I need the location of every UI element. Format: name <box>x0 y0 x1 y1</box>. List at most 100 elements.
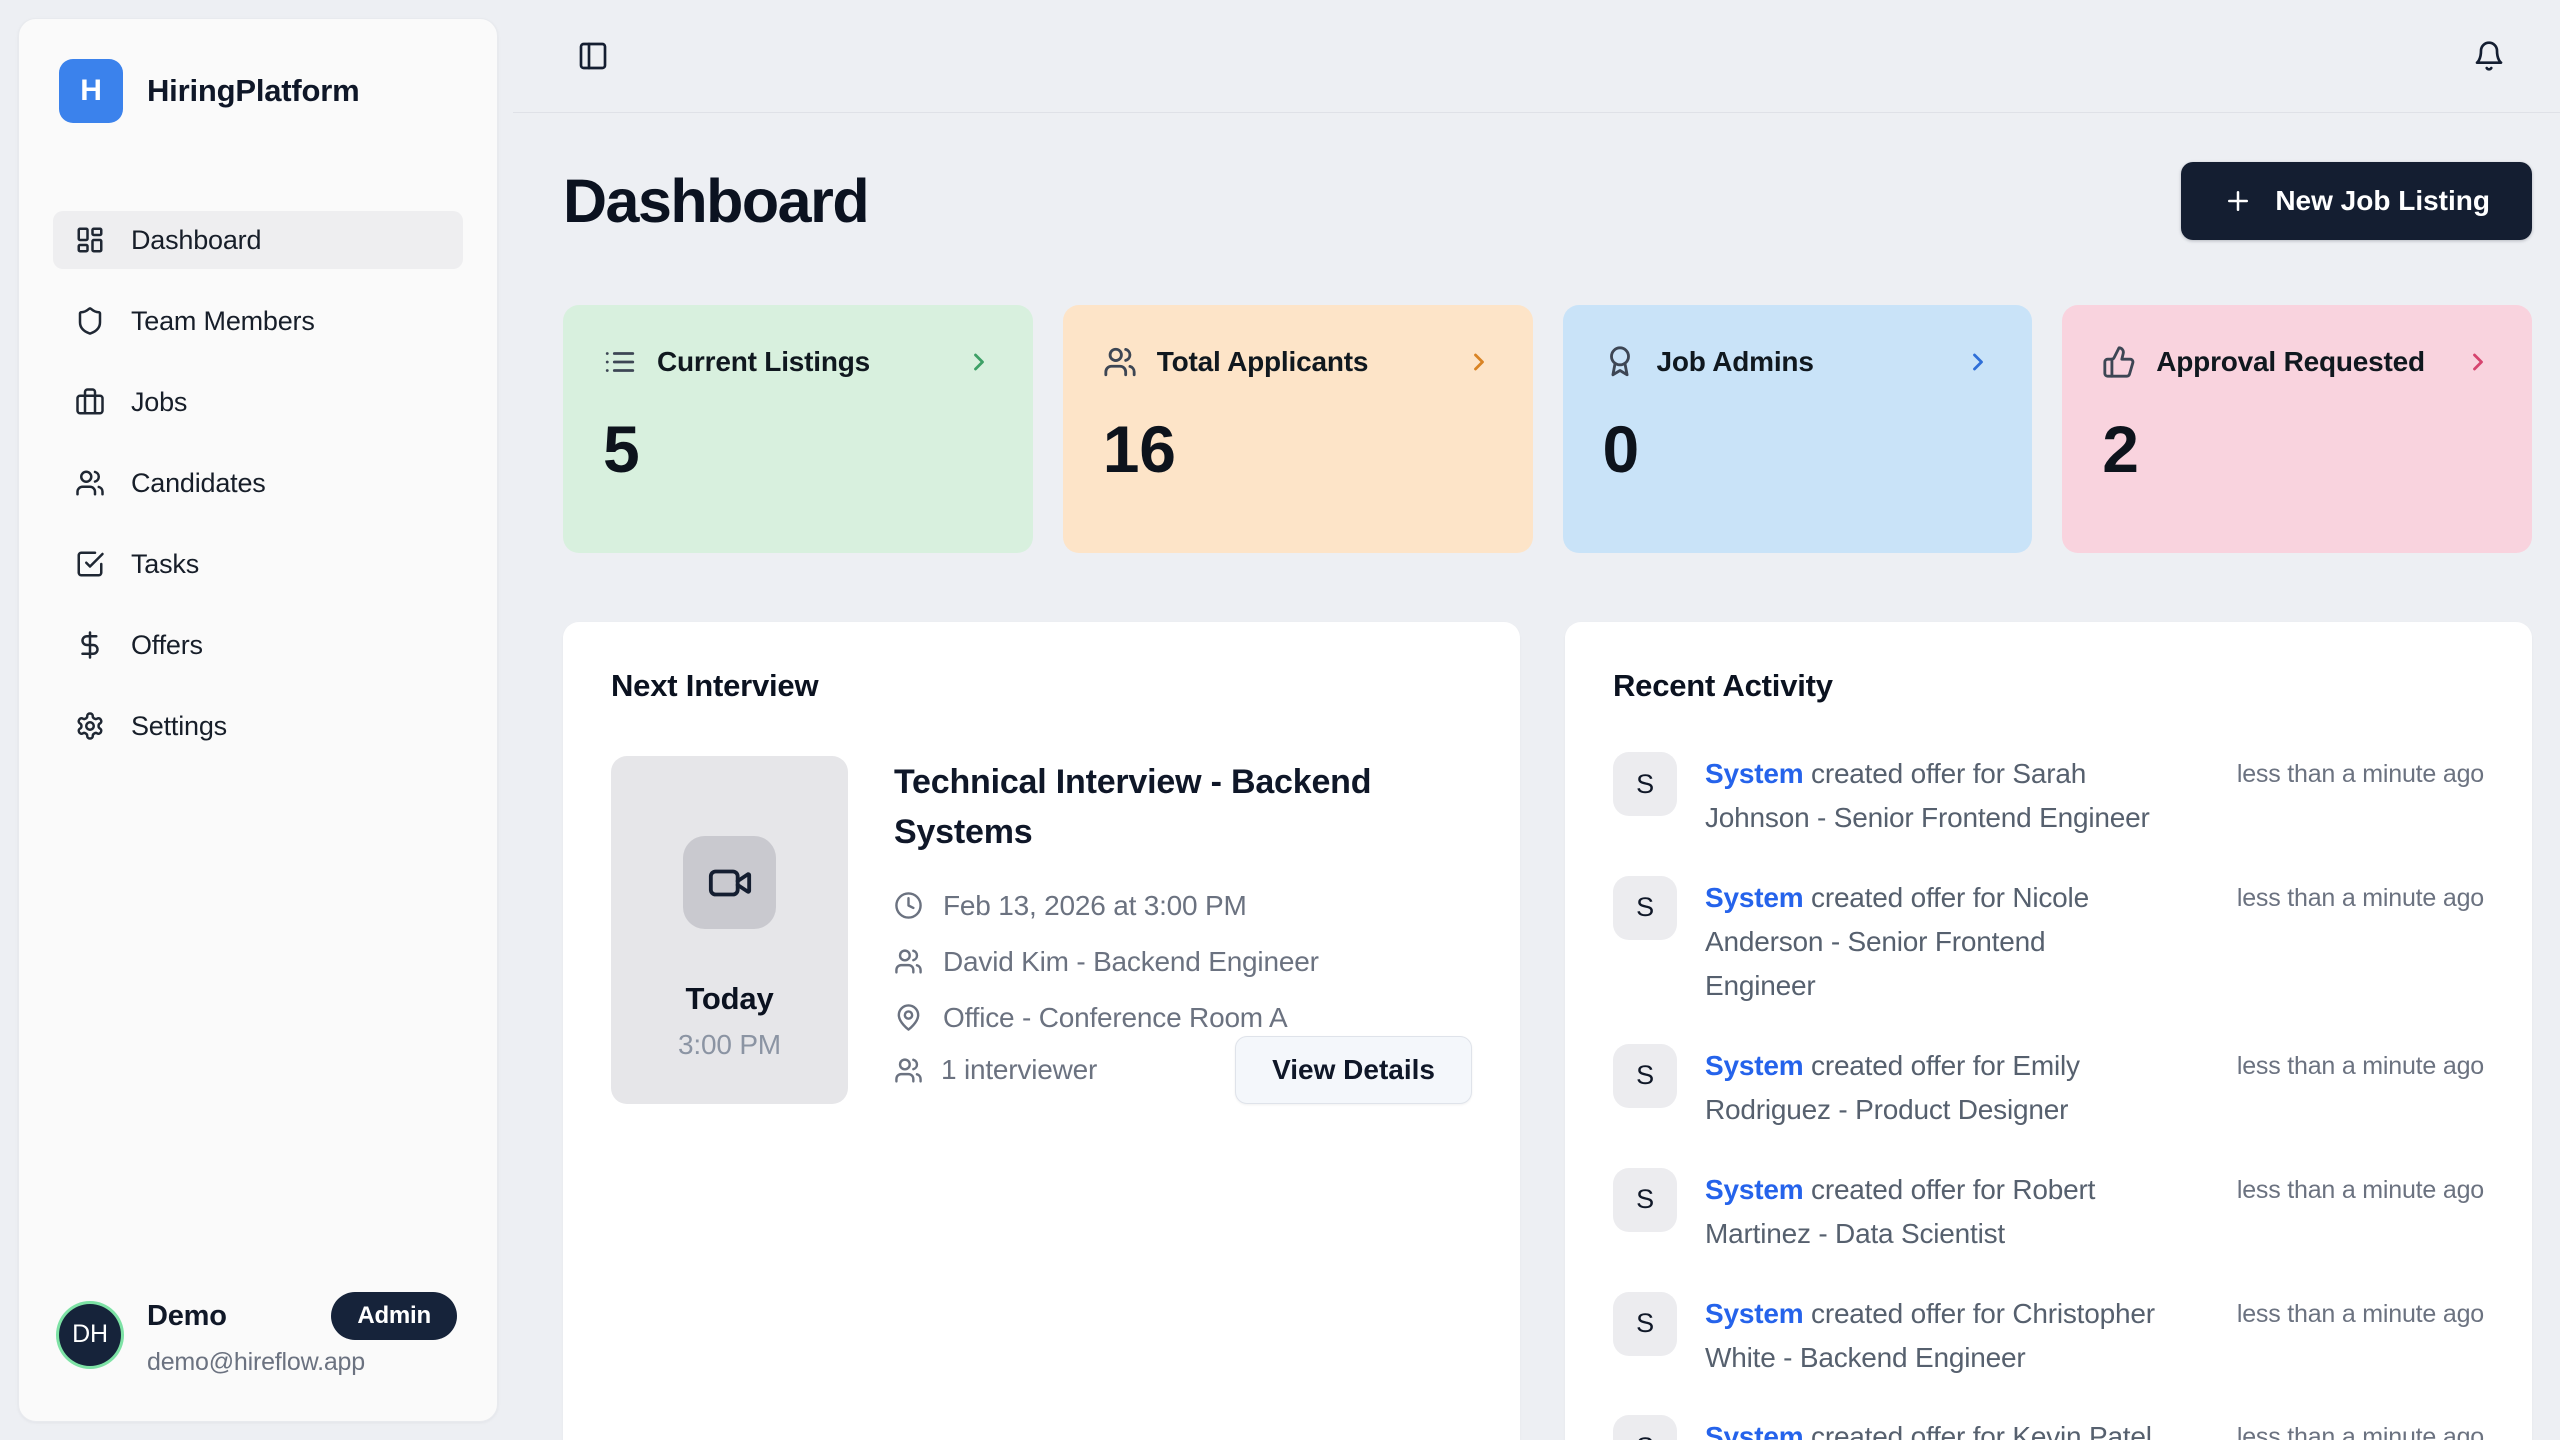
activity-item: S System created offer for Christopher W… <box>1613 1292 2484 1380</box>
activity-timestamp: less than a minute ago <box>2184 1415 2484 1440</box>
activity-avatar: S <box>1613 1415 1677 1440</box>
activity-item: S System created offer for Nicole Anders… <box>1613 876 2484 1008</box>
sidebar-item-label: Candidates <box>131 468 266 499</box>
gear-icon <box>75 711 105 741</box>
sidebar-item-candidates[interactable]: Candidates <box>53 454 463 512</box>
activity-actor-link[interactable]: System <box>1705 1174 1803 1205</box>
chevron-right-icon <box>2464 348 2492 376</box>
interview-details: Technical Interview - Backend Systems Fe… <box>894 756 1472 1104</box>
sidebar-toggle-button[interactable] <box>577 40 609 72</box>
view-details-button[interactable]: View Details <box>1235 1036 1472 1104</box>
activity-timestamp: less than a minute ago <box>2184 752 2484 840</box>
activity-actor-link[interactable]: System <box>1705 1421 1803 1440</box>
stat-card-current-listings[interactable]: Current Listings 5 <box>563 305 1033 553</box>
recent-activity-panel: Recent Activity S System created offer f… <box>1565 622 2532 1440</box>
user-email: demo@hireflow.app <box>147 1348 457 1377</box>
chevron-right-icon <box>965 348 993 376</box>
activity-actor-link[interactable]: System <box>1705 1050 1803 1081</box>
stat-value: 2 <box>2102 411 2492 487</box>
plus-icon <box>2223 186 2253 216</box>
users-icon <box>894 947 923 976</box>
user-name: Demo <box>147 1300 227 1333</box>
activity-actor-link[interactable]: System <box>1705 758 1803 789</box>
activity-item: S System created offer for Emily Rodrigu… <box>1613 1044 2484 1132</box>
app-name: HiringPlatform <box>147 73 360 109</box>
sidebar-item-label: Jobs <box>131 387 187 418</box>
new-job-listing-label: New Job Listing <box>2275 185 2490 217</box>
activity-text: System created offer for Sarah Johnson -… <box>1705 752 2156 840</box>
topbar <box>513 0 2560 113</box>
users-icon <box>1103 345 1137 379</box>
activity-item: S System created offer for Kevin Patel -… <box>1613 1415 2484 1440</box>
app-logo: H <box>59 59 123 123</box>
sidebar-item-dashboard[interactable]: Dashboard <box>53 211 463 269</box>
interviewer-count-label: 1 interviewer <box>941 1054 1097 1086</box>
clock-icon <box>894 891 923 920</box>
stat-label: Current Listings <box>657 346 945 378</box>
activity-avatar: S <box>1613 1044 1677 1108</box>
activity-avatar: S <box>1613 1292 1677 1356</box>
briefcase-icon <box>75 387 105 417</box>
activity-timestamp: less than a minute ago <box>2184 1168 2484 1256</box>
dollar-icon <box>75 630 105 660</box>
new-job-listing-button[interactable]: New Job Listing <box>2181 162 2532 240</box>
sidebar-item-offers[interactable]: Offers <box>53 616 463 674</box>
user-info: Demo Admin demo@hireflow.app <box>147 1292 457 1377</box>
sidebar: H HiringPlatform Dashboard Team Members … <box>18 18 498 1422</box>
activity-item: S System created offer for Robert Martin… <box>1613 1168 2484 1256</box>
sidebar-item-team-members[interactable]: Team Members <box>53 292 463 350</box>
user-profile[interactable]: DH Demo Admin demo@hireflow.app <box>53 1292 463 1377</box>
interview-location-row: Office - Conference Room A <box>894 1002 1472 1034</box>
stat-value: 5 <box>603 411 993 487</box>
sidebar-item-label: Offers <box>131 630 203 661</box>
stat-card-job-admins[interactable]: Job Admins 0 <box>1563 305 2033 553</box>
activity-text: System created offer for Christopher Whi… <box>1705 1292 2156 1380</box>
main-area: Dashboard New Job Listing Current Listin… <box>513 0 2560 1440</box>
activity-actor-link[interactable]: System <box>1705 1298 1803 1329</box>
interview-candidate-row: David Kim - Backend Engineer <box>894 946 1472 978</box>
activity-timestamp: less than a minute ago <box>2184 876 2484 1008</box>
interview-day: Today <box>686 981 774 1017</box>
avatar: DH <box>59 1304 121 1366</box>
stat-label: Job Admins <box>1657 346 1945 378</box>
stat-card-approval-requested[interactable]: Approval Requested 2 <box>2062 305 2532 553</box>
activity-list: S System created offer for Sarah Johnson… <box>1613 752 2484 1440</box>
app-brand: H HiringPlatform <box>53 59 463 123</box>
shield-icon <box>75 306 105 336</box>
sidebar-item-jobs[interactable]: Jobs <box>53 373 463 431</box>
users-icon <box>75 468 105 498</box>
interviewer-count: 1 interviewer <box>894 1054 1097 1086</box>
activity-text: System created offer for Robert Martinez… <box>1705 1168 2156 1256</box>
interview-candidate: David Kim - Backend Engineer <box>943 946 1319 978</box>
app-logo-letter: H <box>80 74 101 108</box>
activity-avatar: S <box>1613 1168 1677 1232</box>
activity-actor-link[interactable]: System <box>1705 882 1803 913</box>
map-pin-icon <box>894 1003 923 1032</box>
chevron-right-icon <box>1465 348 1493 376</box>
activity-text: System created offer for Nicole Anderson… <box>1705 876 2156 1008</box>
sidebar-nav: Dashboard Team Members Jobs Candidates T… <box>53 211 463 755</box>
users-icon <box>894 1056 923 1085</box>
stat-value: 16 <box>1103 411 1493 487</box>
sidebar-item-settings[interactable]: Settings <box>53 697 463 755</box>
role-badge: Admin <box>331 1292 457 1340</box>
stat-label: Approval Requested <box>2156 346 2444 378</box>
interview-datetime: Feb 13, 2026 at 3:00 PM <box>943 890 1247 922</box>
notifications-button[interactable] <box>2473 40 2505 72</box>
thumbs-up-icon <box>2102 345 2136 379</box>
sidebar-item-label: Settings <box>131 711 227 742</box>
list-icon <box>603 345 637 379</box>
activity-text: System created offer for Emily Rodriguez… <box>1705 1044 2156 1132</box>
next-interview-title: Next Interview <box>611 668 1472 704</box>
sidebar-item-tasks[interactable]: Tasks <box>53 535 463 593</box>
bell-icon <box>2473 40 2505 72</box>
sidebar-item-label: Tasks <box>131 549 199 580</box>
sidebar-item-label: Dashboard <box>131 225 261 256</box>
recent-activity-title: Recent Activity <box>1613 668 2484 704</box>
stat-value: 0 <box>1603 411 1993 487</box>
award-icon <box>1603 345 1637 379</box>
activity-item: S System created offer for Sarah Johnson… <box>1613 752 2484 840</box>
stats-row: Current Listings 5 Total Applicants <box>563 305 2532 553</box>
check-square-icon <box>75 549 105 579</box>
stat-card-total-applicants[interactable]: Total Applicants 16 <box>1063 305 1533 553</box>
